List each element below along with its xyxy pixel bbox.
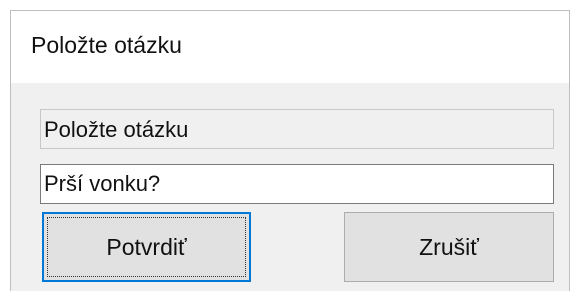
cancel-button-label: Zrušiť xyxy=(419,233,479,260)
confirm-button-label: Potvrdiť xyxy=(106,233,187,260)
prompt-label-box: Položte otázku xyxy=(40,109,554,149)
question-input[interactable] xyxy=(40,164,554,204)
window-title: Položte otázku xyxy=(31,32,182,58)
prompt-label: Položte otázku xyxy=(44,117,189,142)
ask-question-dialog: Položte otázku Položte otázku Potvrdiť Z… xyxy=(10,10,570,291)
title-bar: Položte otázku xyxy=(11,11,569,83)
cancel-button[interactable]: Zrušiť xyxy=(344,212,554,282)
confirm-button[interactable]: Potvrdiť xyxy=(42,212,251,282)
